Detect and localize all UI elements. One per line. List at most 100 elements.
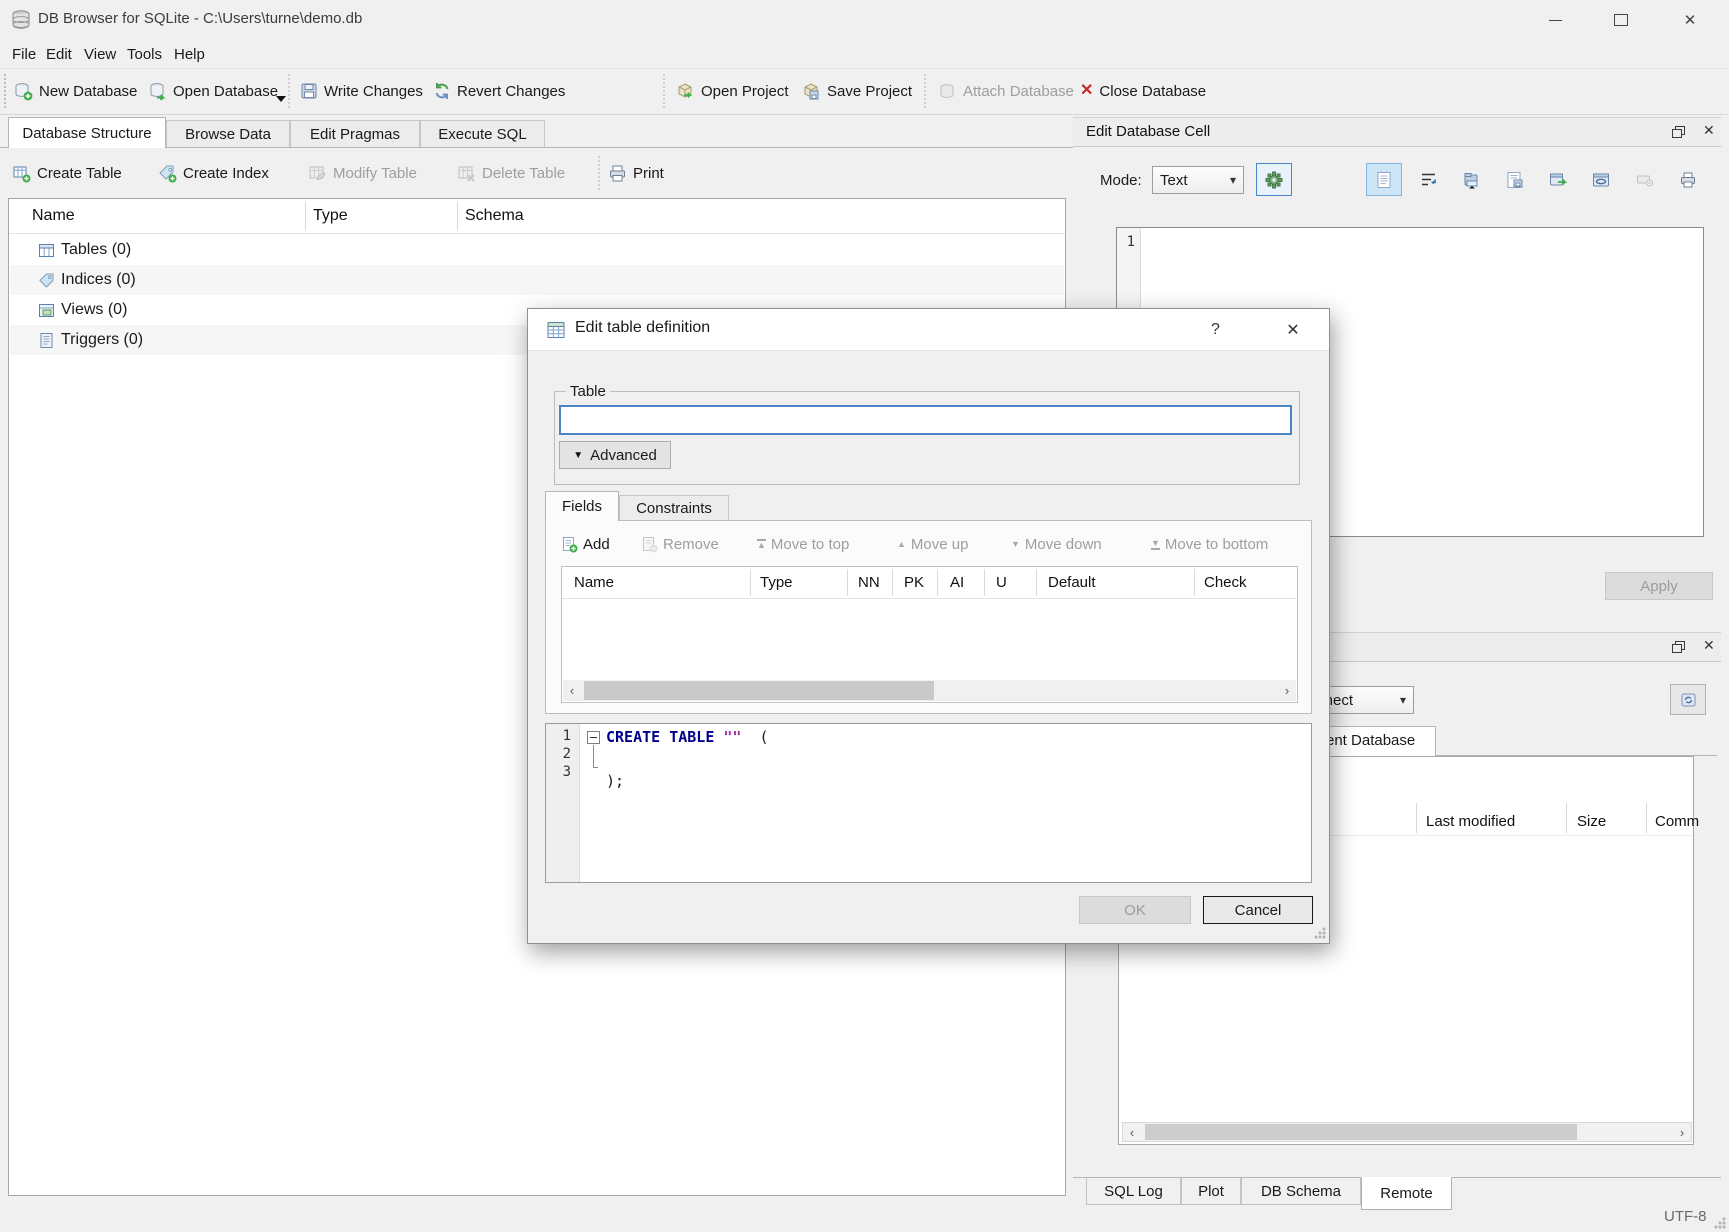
dock-tab-remote[interactable]: Remote	[1361, 1177, 1452, 1210]
text-mode-button[interactable]	[1366, 163, 1402, 196]
tab-edit-pragmas[interactable]: Edit Pragmas	[290, 120, 420, 147]
remote-column-comment[interactable]: Comm	[1655, 813, 1699, 830]
table-name-input[interactable]	[559, 405, 1292, 435]
set-null-button[interactable]	[1627, 163, 1663, 196]
remote-refresh-button[interactable]	[1670, 684, 1706, 715]
column-separator[interactable]	[937, 569, 938, 596]
fields-column-default[interactable]: Default	[1048, 567, 1096, 598]
scrollbar-thumb[interactable]	[1145, 1124, 1577, 1140]
open-database-button[interactable]: Open Database	[148, 70, 278, 112]
remote-column-size[interactable]: Size	[1577, 813, 1606, 830]
code-fold-icon[interactable]	[587, 731, 600, 744]
write-changes-icon	[300, 82, 318, 100]
tab-execute-sql[interactable]: Execute SQL	[420, 120, 545, 147]
create-table-button[interactable]: Create Table	[12, 152, 122, 194]
scrollbar-thumb[interactable]	[584, 681, 934, 700]
dialog-tab-constraints[interactable]: Constraints	[619, 495, 729, 521]
mode-select[interactable]: Text ▾	[1152, 166, 1244, 194]
column-separator[interactable]	[847, 569, 848, 596]
scroll-left-icon[interactable]: ‹	[563, 680, 581, 701]
fields-column-nn[interactable]: NN	[858, 567, 880, 598]
scroll-right-icon[interactable]: ›	[1278, 680, 1296, 701]
delete-table-button[interactable]: Delete Table	[457, 152, 565, 194]
word-wrap-button[interactable]	[1410, 163, 1446, 196]
dialog-title-bar[interactable]: Edit table definition ? ✕	[528, 309, 1329, 351]
fields-horizontal-scrollbar[interactable]: ‹ ›	[563, 680, 1296, 701]
open-database-dropdown-icon[interactable]	[276, 96, 286, 102]
fields-column-name[interactable]: Name	[574, 567, 614, 598]
create-index-button[interactable]: Create Index	[158, 152, 269, 194]
revert-changes-button[interactable]: Revert Changes	[433, 70, 565, 112]
column-separator[interactable]	[1416, 803, 1417, 833]
fields-column-pk[interactable]: PK	[904, 567, 924, 598]
modify-table-button[interactable]: Modify Table	[308, 152, 417, 194]
open-project-button[interactable]: Open Project	[676, 70, 789, 112]
save-project-button[interactable]: Save Project	[802, 70, 912, 112]
fields-column-check[interactable]: Check	[1204, 567, 1247, 598]
dock-tab-sql-log[interactable]: SQL Log	[1086, 1178, 1181, 1205]
copy-link-button[interactable]	[1583, 163, 1619, 196]
move-to-top-button[interactable]: ▲ Move to top	[757, 531, 849, 557]
scroll-right-icon[interactable]: ›	[1673, 1123, 1691, 1141]
minimize-button[interactable]	[1525, 0, 1585, 40]
dialog-tab-fields[interactable]: Fields	[545, 491, 619, 521]
remove-field-button[interactable]: Remove	[641, 531, 719, 557]
column-separator[interactable]	[892, 569, 893, 596]
fields-column-type[interactable]: Type	[760, 567, 793, 598]
tree-column-schema[interactable]: Schema	[465, 207, 524, 225]
attach-database-button[interactable]: Attach Database	[938, 70, 1074, 112]
tab-database-structure[interactable]: Database Structure	[8, 117, 166, 148]
auto-apply-button[interactable]	[1256, 163, 1292, 196]
move-to-bottom-button[interactable]: ▼ Move to bottom	[1151, 531, 1268, 557]
column-separator[interactable]	[1566, 803, 1567, 833]
column-separator[interactable]	[750, 569, 751, 596]
column-separator[interactable]	[1194, 569, 1195, 596]
dialog-close-button[interactable]: ✕	[1263, 309, 1323, 351]
advanced-button[interactable]: ▼ Advanced	[559, 441, 671, 469]
scroll-left-icon[interactable]: ‹	[1123, 1123, 1141, 1141]
move-down-button[interactable]: ▼ Move down	[1011, 531, 1102, 557]
print-button[interactable]: Print	[608, 152, 664, 194]
ok-button[interactable]: OK	[1079, 896, 1191, 924]
write-changes-button[interactable]: Write Changes	[300, 70, 423, 112]
fields-column-ai[interactable]: AI	[950, 567, 964, 598]
apply-button[interactable]: Apply	[1605, 572, 1713, 600]
remote-horizontal-scrollbar[interactable]: ‹ ›	[1122, 1122, 1692, 1142]
dialog-help-button[interactable]: ?	[1188, 309, 1243, 351]
remote-close-button[interactable]: ✕	[1703, 637, 1715, 654]
tree-column-name[interactable]: Name	[32, 207, 75, 225]
open-in-editor-button[interactable]	[1540, 163, 1576, 196]
column-separator[interactable]	[457, 201, 458, 231]
fields-column-u[interactable]: U	[996, 567, 1007, 598]
column-separator[interactable]	[1646, 803, 1647, 833]
menu-tools[interactable]: Tools	[118, 40, 171, 68]
dock-tab-db-schema[interactable]: DB Schema	[1241, 1178, 1361, 1205]
tree-row-tables[interactable]: Tables (0)	[10, 235, 1064, 265]
maximize-button[interactable]	[1591, 0, 1651, 40]
import-data-button[interactable]	[1454, 163, 1490, 196]
close-window-button[interactable]: ✕	[1660, 0, 1720, 40]
column-separator[interactable]	[305, 201, 306, 231]
cancel-button[interactable]: Cancel	[1203, 896, 1313, 924]
dialog-resize-grip[interactable]	[1314, 927, 1326, 939]
print-cell-button[interactable]	[1670, 163, 1706, 196]
remote-float-button[interactable]	[1672, 639, 1684, 656]
tab-browse-data[interactable]: Browse Data	[166, 120, 290, 147]
dock-tab-plot[interactable]: Plot	[1181, 1178, 1241, 1205]
new-database-button[interactable]: New Database	[14, 70, 137, 112]
encoding-indicator[interactable]: UTF-8	[1664, 1208, 1707, 1225]
close-database-button[interactable]: ✕ Close Database	[1080, 70, 1206, 112]
tree-row-indices[interactable]: Indices (0)	[10, 265, 1064, 295]
column-separator[interactable]	[984, 569, 985, 596]
window-resize-grip[interactable]	[1714, 1217, 1726, 1229]
move-up-button[interactable]: ▲ Move up	[897, 531, 968, 557]
tree-column-type[interactable]: Type	[313, 207, 348, 225]
edit-cell-close-button[interactable]: ✕	[1703, 122, 1715, 139]
edit-cell-float-button[interactable]	[1672, 124, 1684, 141]
export-data-button[interactable]	[1496, 163, 1532, 196]
column-separator[interactable]	[1036, 569, 1037, 596]
menu-help[interactable]: Help	[165, 40, 214, 68]
remote-column-last-modified[interactable]: Last modified	[1426, 813, 1515, 830]
toolbar-drag-handle[interactable]	[4, 74, 6, 108]
add-field-button[interactable]: Add	[561, 531, 610, 557]
